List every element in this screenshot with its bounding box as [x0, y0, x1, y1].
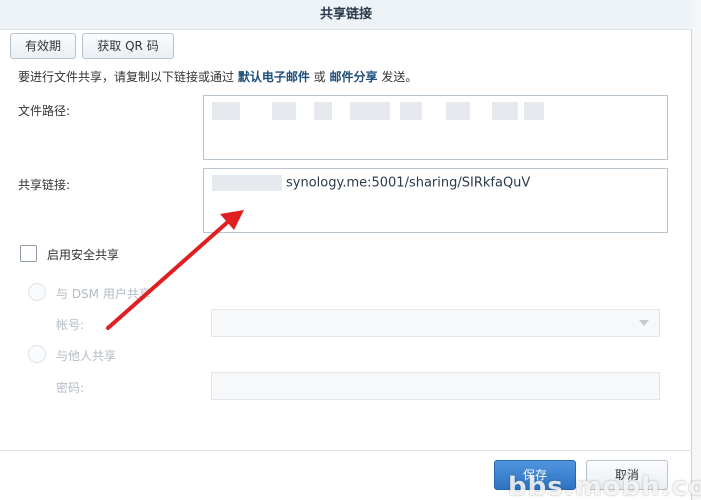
share-link-label: 共享链接:: [18, 178, 71, 192]
redacted-text: [400, 102, 422, 120]
redacted-text: [350, 102, 390, 120]
share-instructions: 要进行文件共享，请复制以下链接或通过 默认电子邮件 或 邮件分享 发送。: [18, 68, 417, 85]
mail-share-link[interactable]: 邮件分享: [329, 70, 377, 84]
enable-secure-sharing-label: 启用安全共享: [47, 248, 120, 262]
footer-divider: [0, 450, 692, 451]
watermark: bbs.mobh.com: [508, 472, 701, 500]
redacted-text: [492, 102, 518, 120]
enable-secure-sharing-checkbox[interactable]: [20, 245, 37, 262]
redacted-text: [212, 102, 240, 120]
file-path-field[interactable]: [203, 95, 668, 160]
hint-prefix: 要进行文件共享，请复制以下链接或通过: [18, 70, 238, 84]
redacted-text: [314, 102, 332, 120]
account-label: 帐号:: [56, 318, 85, 332]
share-with-others-label: 与他人共享: [56, 349, 117, 363]
dialog-title: 共享链接: [0, 0, 692, 30]
hint-or: 或: [309, 70, 330, 84]
background-window-edge: [692, 0, 701, 500]
get-qr-code-button[interactable]: 获取 QR 码: [82, 33, 174, 59]
share-link-dialog: 共享链接 有效期 获取 QR 码 要进行文件共享，请复制以下链接或通过 默认电子…: [0, 0, 692, 500]
file-path-label: 文件路径:: [18, 104, 71, 118]
account-select[interactable]: [211, 309, 660, 337]
share-with-others-radio[interactable]: [28, 345, 46, 363]
default-email-link[interactable]: 默认电子邮件: [238, 70, 310, 84]
chevron-down-icon: [639, 320, 649, 326]
redacted-text: [446, 102, 470, 120]
password-label: 密码:: [56, 381, 85, 395]
share-with-dsm-users-label: 与 DSM 用户共享: [56, 287, 151, 301]
share-link-field[interactable]: synology.me:5001/sharing/SIRkfaQuV: [203, 168, 668, 233]
validity-button[interactable]: 有效期: [10, 33, 76, 59]
redacted-text: [212, 175, 282, 191]
redacted-text: [524, 102, 544, 120]
redacted-text: [272, 102, 296, 120]
hint-suffix: 发送。: [377, 70, 418, 84]
share-with-dsm-users-radio[interactable]: [28, 283, 46, 301]
password-field[interactable]: [211, 372, 660, 400]
share-link-value: synology.me:5001/sharing/SIRkfaQuV: [286, 175, 531, 191]
